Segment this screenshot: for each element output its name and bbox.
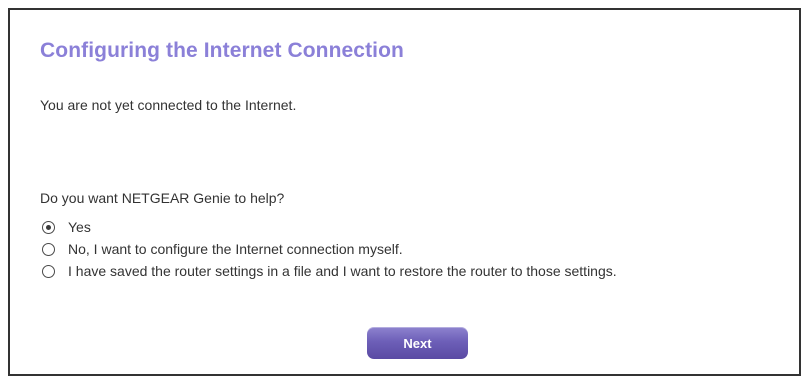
page-title: Configuring the Internet Connection xyxy=(40,39,404,62)
radio-button-configure-myself[interactable] xyxy=(42,242,55,256)
radio-button-yes[interactable] xyxy=(42,220,55,234)
next-button[interactable]: Next xyxy=(367,327,468,359)
option-restore-settings[interactable]: I have saved the router settings in a fi… xyxy=(42,260,617,282)
option-configure-myself-label[interactable]: No, I want to configure the Internet con… xyxy=(68,241,403,257)
genie-help-question: Do you want NETGEAR Genie to help? xyxy=(40,190,285,206)
option-yes-label[interactable]: Yes xyxy=(68,219,91,235)
help-options-group: Yes No, I want to configure the Internet… xyxy=(42,216,617,282)
setup-panel: Configuring the Internet Connection You … xyxy=(8,8,801,376)
radio-button-restore-settings[interactable] xyxy=(42,264,55,278)
connection-status-text: You are not yet connected to the Interne… xyxy=(40,97,297,113)
option-yes[interactable]: Yes xyxy=(42,216,617,238)
radio-selected-dot xyxy=(46,224,51,230)
option-configure-myself[interactable]: No, I want to configure the Internet con… xyxy=(42,238,617,260)
option-restore-settings-label[interactable]: I have saved the router settings in a fi… xyxy=(68,263,617,279)
